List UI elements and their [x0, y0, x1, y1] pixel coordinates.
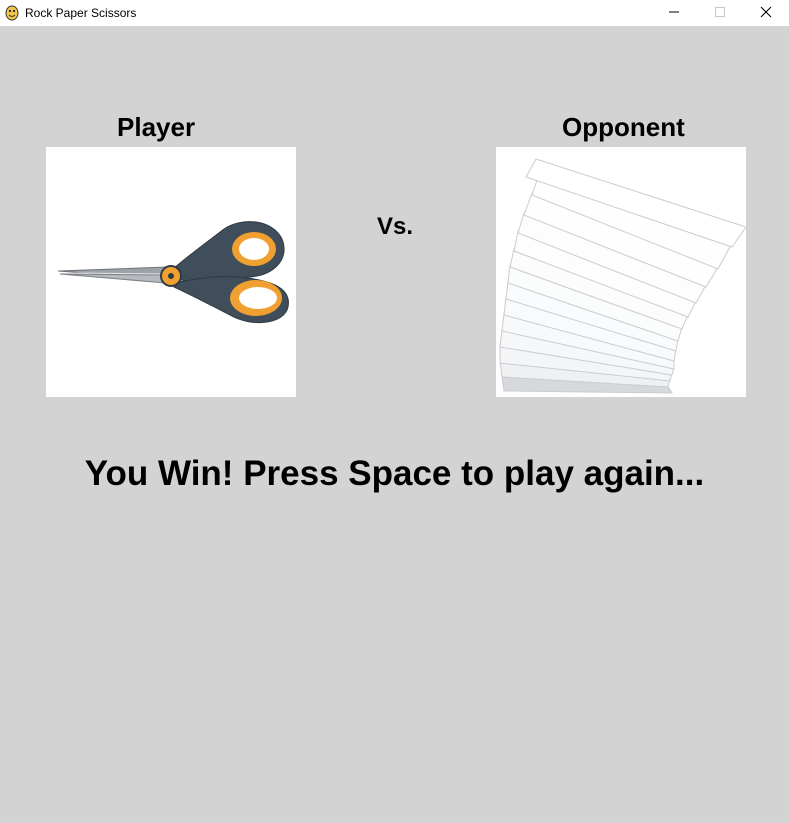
maximize-button[interactable] [697, 0, 743, 24]
close-icon [760, 6, 772, 18]
title-bar: Rock Paper Scissors [0, 0, 789, 26]
scissors-image [46, 147, 296, 397]
player-choice-card [46, 147, 296, 397]
result-message: You Win! Press Space to play again... [84, 454, 705, 493]
opponent-choice-card [496, 147, 746, 397]
vs-label: Vs. [377, 213, 414, 240]
paper-stack-image [496, 147, 746, 397]
opponent-label: Opponent [562, 112, 685, 142]
window-controls [651, 0, 789, 26]
pygame-icon [5, 5, 19, 21]
maximize-icon [715, 7, 725, 17]
player-label: Player [117, 112, 196, 142]
minimize-button[interactable] [651, 0, 697, 24]
game-area[interactable]: Player Opponent Vs. You Win! Press Space… [0, 26, 789, 823]
minimize-icon [669, 11, 679, 13]
window-title: Rock Paper Scissors [25, 6, 137, 20]
close-button[interactable] [743, 0, 789, 24]
game-window: Rock Paper Scissors Player Opponent Vs. … [0, 0, 789, 823]
